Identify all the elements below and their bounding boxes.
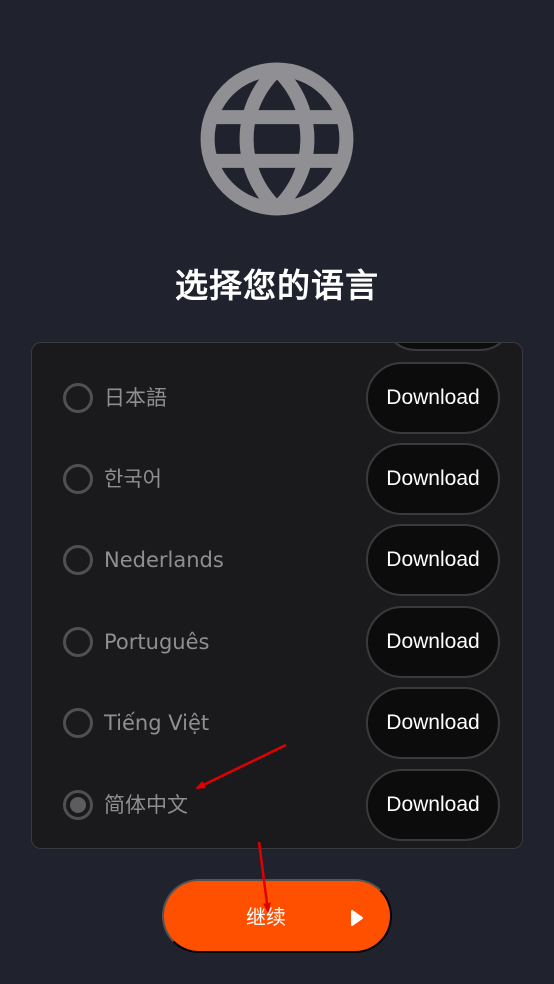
radio-button[interactable] xyxy=(63,545,93,575)
globe-icon xyxy=(200,62,354,216)
language-label: Tiếng Việt xyxy=(104,711,210,735)
download-button[interactable]: Download xyxy=(366,687,500,759)
language-list[interactable]: 日本語 Download 한국어 Download Nederlands Dow… xyxy=(31,342,523,849)
language-option-vietnamese[interactable]: Tiếng Việt Download xyxy=(32,687,522,759)
continue-button[interactable]: 继续 xyxy=(162,879,392,953)
language-label: 한국어 xyxy=(104,467,162,491)
radio-button[interactable] xyxy=(63,383,93,413)
play-icon xyxy=(351,910,363,926)
page-title: 选择您的语言 xyxy=(175,266,379,305)
download-button[interactable]: Download xyxy=(366,524,500,596)
language-option-japanese[interactable]: 日本語 Download xyxy=(32,362,522,434)
partially-hidden-download-button[interactable] xyxy=(382,343,514,351)
language-label: Português xyxy=(104,630,210,654)
continue-label: 继续 xyxy=(246,907,286,929)
download-button[interactable]: Download xyxy=(366,606,500,678)
download-button[interactable]: Download xyxy=(366,362,500,434)
language-option-dutch[interactable]: Nederlands Download xyxy=(32,524,522,596)
language-option-korean[interactable]: 한국어 Download xyxy=(32,443,522,515)
download-button[interactable]: Download xyxy=(366,769,500,841)
radio-button[interactable] xyxy=(63,464,93,494)
language-label: 简体中文 xyxy=(104,793,188,817)
radio-dot xyxy=(70,797,86,813)
radio-button-selected[interactable] xyxy=(63,790,93,820)
language-label: Nederlands xyxy=(104,548,224,572)
radio-button[interactable] xyxy=(63,627,93,657)
language-option-simplified-chinese[interactable]: 简体中文 Download xyxy=(32,769,522,841)
download-button[interactable]: Download xyxy=(366,443,500,515)
language-option-portuguese[interactable]: Português Download xyxy=(32,606,522,678)
radio-button[interactable] xyxy=(63,708,93,738)
language-label: 日本語 xyxy=(104,386,167,410)
